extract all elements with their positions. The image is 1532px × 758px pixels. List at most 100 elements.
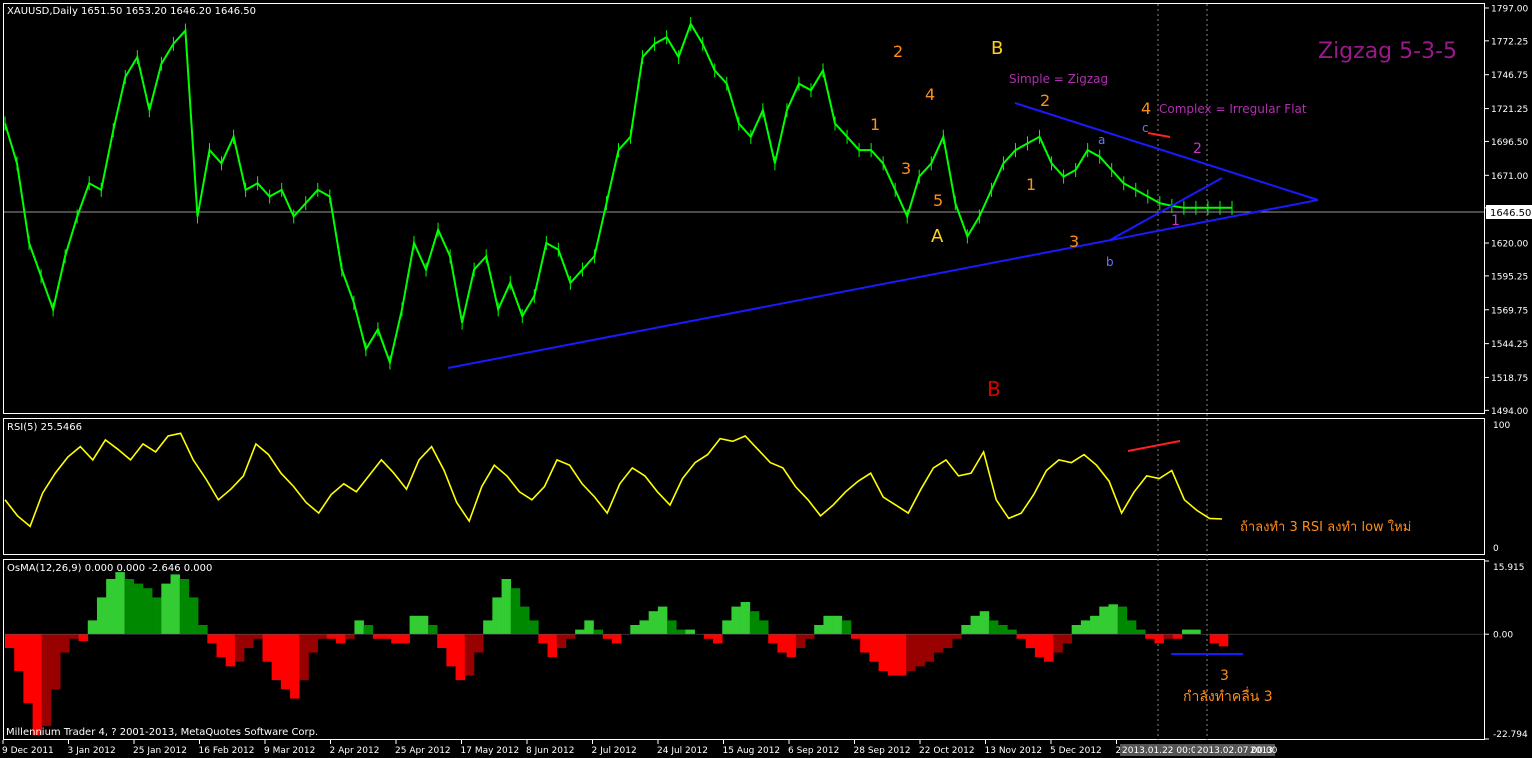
price-tick-label: 1595.25 bbox=[1491, 272, 1528, 282]
osma-bar bbox=[382, 634, 392, 639]
osma-bar bbox=[1136, 629, 1146, 635]
osma-bar bbox=[400, 634, 410, 644]
osma-bar bbox=[565, 634, 576, 639]
price-tick-label: 1772.25 bbox=[1491, 37, 1528, 47]
osma-y-axis: 15.915 0.00 -22.794 bbox=[1484, 560, 1528, 740]
trendline-upper[interactable] bbox=[1014, 102, 1319, 201]
osma-bar bbox=[519, 606, 530, 635]
osma-bar bbox=[427, 624, 438, 635]
osma-bar bbox=[1016, 634, 1026, 639]
price-tick-label: 1746.75 bbox=[1491, 71, 1528, 81]
time-tick-label: 17 May 2012 bbox=[461, 746, 520, 756]
wave-label: 5 bbox=[933, 191, 943, 210]
osma-bar bbox=[455, 634, 466, 681]
time-tick-label: 15 Aug 2012 bbox=[723, 746, 781, 756]
osma-bar bbox=[759, 620, 769, 635]
divergence-line-price[interactable] bbox=[1147, 132, 1171, 138]
osma-bar bbox=[244, 634, 254, 648]
time-tick-label: 2013.01.22 00:00 bbox=[1122, 746, 1203, 756]
time-tick-label: 5 Dec 2012 bbox=[1050, 746, 1102, 756]
osma-bar bbox=[657, 606, 668, 635]
osma-bar bbox=[198, 624, 208, 635]
wave-label: 3 bbox=[1069, 232, 1079, 251]
osma-bar bbox=[988, 620, 999, 635]
osma-bar bbox=[1182, 629, 1192, 635]
copyright-text: Millennium Trader 4, ? 2001-2013, MetaQu… bbox=[6, 727, 318, 738]
osma-bar bbox=[464, 634, 475, 676]
osma-bar bbox=[924, 634, 935, 662]
time-tick-label: 22 Oct 2012 bbox=[919, 746, 975, 756]
osma-series bbox=[5, 572, 1484, 736]
osma-bar bbox=[170, 574, 181, 635]
trendline-lower[interactable] bbox=[447, 199, 1319, 369]
osma-bar bbox=[60, 634, 70, 653]
trendlines bbox=[447, 102, 1319, 369]
rsi-line[interactable] bbox=[4, 432, 1223, 528]
osma-bar bbox=[510, 588, 521, 635]
divergence-line-rsi[interactable] bbox=[1127, 440, 1181, 452]
rsi-tick-label: 100 bbox=[1493, 421, 1510, 431]
osma-bar bbox=[23, 634, 33, 704]
osma-panel-header: OsMA(12,26,9) 0.000 0.000 -2.646 0.000 bbox=[7, 563, 212, 574]
osma-bar bbox=[32, 634, 43, 736]
wave-label: a bbox=[1098, 133, 1105, 147]
osma-bar bbox=[639, 620, 649, 635]
trendline-inner[interactable] bbox=[1109, 177, 1223, 241]
time-tick-label: 2 Jul 2012 bbox=[592, 746, 637, 756]
rsi-y-axis: 100 0 bbox=[1493, 421, 1510, 554]
osma-bar bbox=[979, 611, 990, 635]
osma-bar bbox=[676, 629, 686, 635]
osma-bar bbox=[1062, 634, 1072, 644]
osma-bar bbox=[777, 634, 787, 653]
osma-bar bbox=[391, 634, 401, 644]
osma-bar bbox=[860, 634, 870, 653]
osma-bar bbox=[409, 615, 420, 635]
osma-bar bbox=[501, 579, 512, 635]
osma-bar bbox=[253, 634, 263, 639]
price-tick-label: 1518.75 bbox=[1491, 374, 1528, 384]
osma-bar bbox=[933, 634, 944, 653]
osma-bar bbox=[78, 634, 89, 642]
price-tick-label: 1494.00 bbox=[1491, 407, 1528, 417]
osma-bar bbox=[106, 579, 116, 635]
osma-bar bbox=[280, 634, 291, 690]
osma-bar bbox=[50, 634, 61, 690]
osma-bar bbox=[124, 579, 135, 635]
osma-bar bbox=[575, 629, 585, 635]
osma-bar bbox=[142, 588, 153, 635]
osma-bar bbox=[1034, 634, 1045, 658]
osma-bar bbox=[1090, 615, 1100, 635]
osma-bar bbox=[5, 634, 15, 648]
osma-bar bbox=[1126, 620, 1137, 635]
osma-bar bbox=[1117, 606, 1128, 635]
osma-bar bbox=[703, 634, 714, 639]
osma-bar bbox=[299, 634, 309, 681]
osma-bar bbox=[768, 634, 778, 644]
rsi-note: ถ้าลงทำ 3 RSI ลงทำ low ใหม่ bbox=[1240, 519, 1411, 535]
wave-label: B bbox=[987, 377, 1001, 401]
osma-bar bbox=[1071, 624, 1082, 635]
osma-bar bbox=[133, 583, 144, 635]
osma-bar bbox=[896, 634, 907, 676]
wave-label: B bbox=[991, 38, 1003, 59]
osma-bar bbox=[667, 620, 677, 635]
chart-canvas[interactable]: 1797.00 1772.25 1746.75 1721.25 1696.50 1671.… bbox=[0, 0, 1532, 758]
osma-bar bbox=[786, 634, 797, 658]
wave-label: 1 bbox=[870, 115, 880, 134]
osma-bar bbox=[336, 634, 346, 644]
osma-bar bbox=[345, 634, 355, 639]
osma-bar bbox=[473, 634, 484, 653]
price-panel-header: XAUUSD,Daily 1651.50 1653.20 1646.20 164… bbox=[7, 6, 256, 17]
osma-bar bbox=[556, 634, 567, 648]
price-series bbox=[4, 16, 1233, 370]
osma-bar bbox=[262, 634, 272, 662]
wave-label: 4 bbox=[925, 85, 935, 104]
price-tick-label: 1696.50 bbox=[1491, 138, 1528, 148]
osma-bar bbox=[998, 624, 1008, 635]
osma-bar bbox=[878, 634, 889, 671]
time-tick-label: 9 Mar 2012 bbox=[264, 746, 315, 756]
osma-bar bbox=[216, 634, 226, 658]
osma-tick-label: 15.915 bbox=[1493, 563, 1525, 573]
wave-label: 2 bbox=[1193, 141, 1202, 157]
osma-bar bbox=[437, 634, 447, 648]
